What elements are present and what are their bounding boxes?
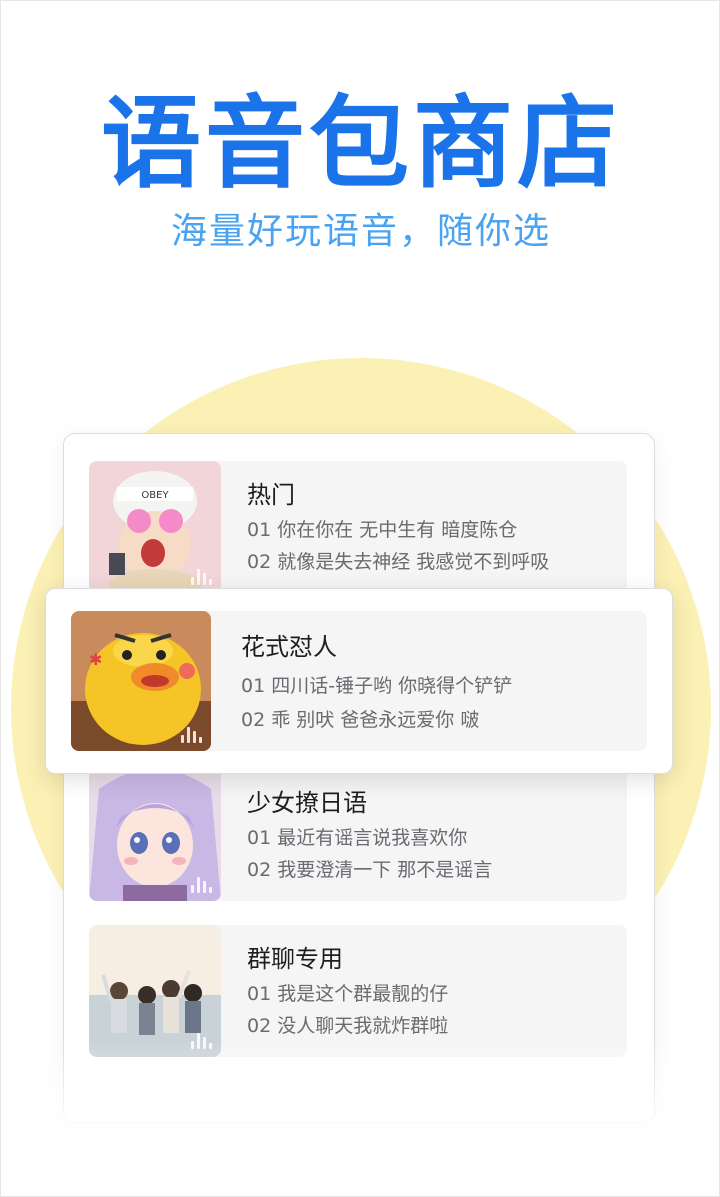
anime-girl-icon	[89, 769, 221, 901]
audio-bars-icon	[191, 875, 213, 893]
friends-group-photo-icon	[89, 925, 221, 1057]
audio-bars-icon	[191, 567, 213, 585]
voice-pack-card-group[interactable]: 群聊专用 01 我是这个群最靓的仔 02 没人聊天我就炸群啦	[89, 925, 627, 1057]
pack-sample-2[interactable]: 02 我要澄清一下 那不是谣言	[247, 857, 492, 883]
screen-frame: 语音包商店 海量好玩语音，随你选 OBEY 热门 01 你在你在 无中生有 暗度…	[0, 0, 720, 1197]
pack-sample-1[interactable]: 01 最近有谣言说我喜欢你	[247, 825, 467, 851]
pack-sample-1[interactable]: 01 你在你在 无中生有 暗度陈仓	[247, 517, 517, 543]
pack-sample-1[interactable]: 01 我是这个群最靓的仔	[247, 981, 448, 1007]
boy-with-heart-glasses-icon: OBEY	[89, 461, 221, 593]
voice-pack-card-hot[interactable]: OBEY 热门 01 你在你在 无中生有 暗度陈仓 02 就像是失去神经 我感觉…	[89, 461, 627, 593]
pack-sample-2[interactable]: 02 乖 别吠 爸爸永远爱你 啵	[241, 707, 479, 733]
pack-name: 花式怼人	[241, 633, 337, 661]
pack-sample-1[interactable]: 01 四川话-锤子哟 你晓得个铲铲	[241, 673, 512, 699]
pack-name: 热门	[247, 481, 295, 509]
svg-text:✱: ✱	[89, 650, 102, 669]
page-title: 语音包商店	[101, 85, 621, 202]
pack-sample-2[interactable]: 02 就像是失去神经 我感觉不到呼吸	[247, 549, 549, 575]
angry-yellow-duck-icon: ✱	[71, 611, 211, 751]
pack-name: 群聊专用	[247, 945, 343, 973]
pack-sample-2[interactable]: 02 没人聊天我就炸群啦	[247, 1013, 448, 1039]
page-subtitle: 海量好玩语音，随你选	[170, 211, 551, 252]
svg-text:OBEY: OBEY	[141, 490, 169, 501]
audio-bars-icon	[181, 725, 203, 743]
voice-pack-card-roast[interactable]: ✱ 花式怼人 01 四川话-锤子哟 你晓得个铲铲 02 乖 别吠 爸爸永远爱你 …	[71, 611, 647, 751]
voice-pack-card-japanese[interactable]: 少女撩日语 01 最近有谣言说我喜欢你 02 我要澄清一下 那不是谣言	[89, 769, 627, 901]
pack-name: 少女撩日语	[247, 789, 367, 817]
highlighted-card-wrapper: ✱ 花式怼人 01 四川话-锤子哟 你晓得个铲铲 02 乖 别吠 爸爸永远爱你 …	[45, 588, 673, 774]
bottom-fade	[41, 1041, 681, 1196]
